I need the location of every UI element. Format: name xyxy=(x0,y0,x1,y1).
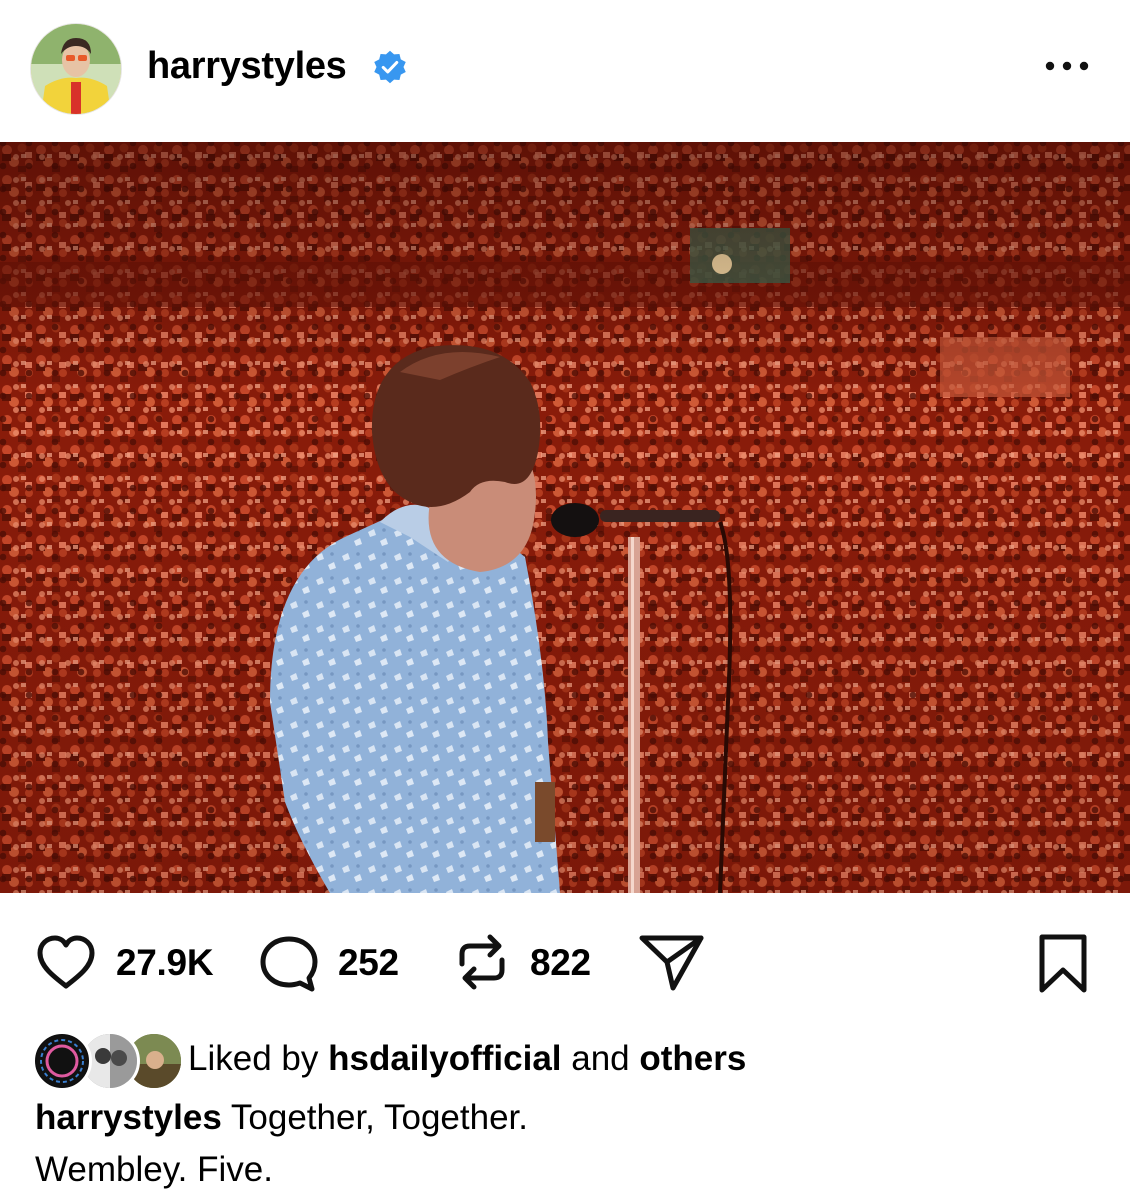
post-header: harrystyles xyxy=(0,0,1130,140)
repost-count[interactable]: 822 xyxy=(530,938,591,988)
caption-text-1: Together, Together. xyxy=(230,1098,528,1137)
heart-icon[interactable] xyxy=(35,934,97,992)
liked-by-text: Liked by hsdailyofficial and others xyxy=(188,1036,746,1082)
repost-icon[interactable] xyxy=(454,930,510,994)
share-icon[interactable] xyxy=(637,932,707,994)
liked-by-row[interactable]: Liked by hsdailyofficial and others xyxy=(0,1025,1130,1091)
caption-username[interactable]: harrystyles xyxy=(35,1098,222,1137)
comment-icon[interactable] xyxy=(258,934,320,994)
liked-by-user[interactable]: hsdailyofficial xyxy=(328,1039,561,1078)
liker-avatar xyxy=(32,1031,92,1091)
caption-text-2: Wembley. Five. xyxy=(35,1150,273,1189)
liked-by-conjunction: and xyxy=(571,1039,630,1078)
profile-avatar[interactable] xyxy=(31,24,121,114)
more-horizontal-icon[interactable] xyxy=(1040,54,1094,78)
liked-by-others[interactable]: others xyxy=(639,1039,746,1078)
post-photo[interactable] xyxy=(0,142,1130,893)
like-count[interactable]: 27.9K xyxy=(116,938,214,988)
comment-count[interactable]: 252 xyxy=(338,938,399,988)
bookmark-icon[interactable] xyxy=(1036,932,1090,996)
caption-line-1: harrystyles Together, Together. xyxy=(35,1092,1095,1144)
action-bar: 27.9K 252 822 xyxy=(0,920,1130,1010)
post-caption: harrystyles Together, Together. Wembley.… xyxy=(35,1092,1095,1196)
verified-badge-icon xyxy=(374,50,406,84)
username[interactable]: harrystyles xyxy=(147,42,347,90)
liked-by-prefix: Liked by xyxy=(188,1039,319,1078)
